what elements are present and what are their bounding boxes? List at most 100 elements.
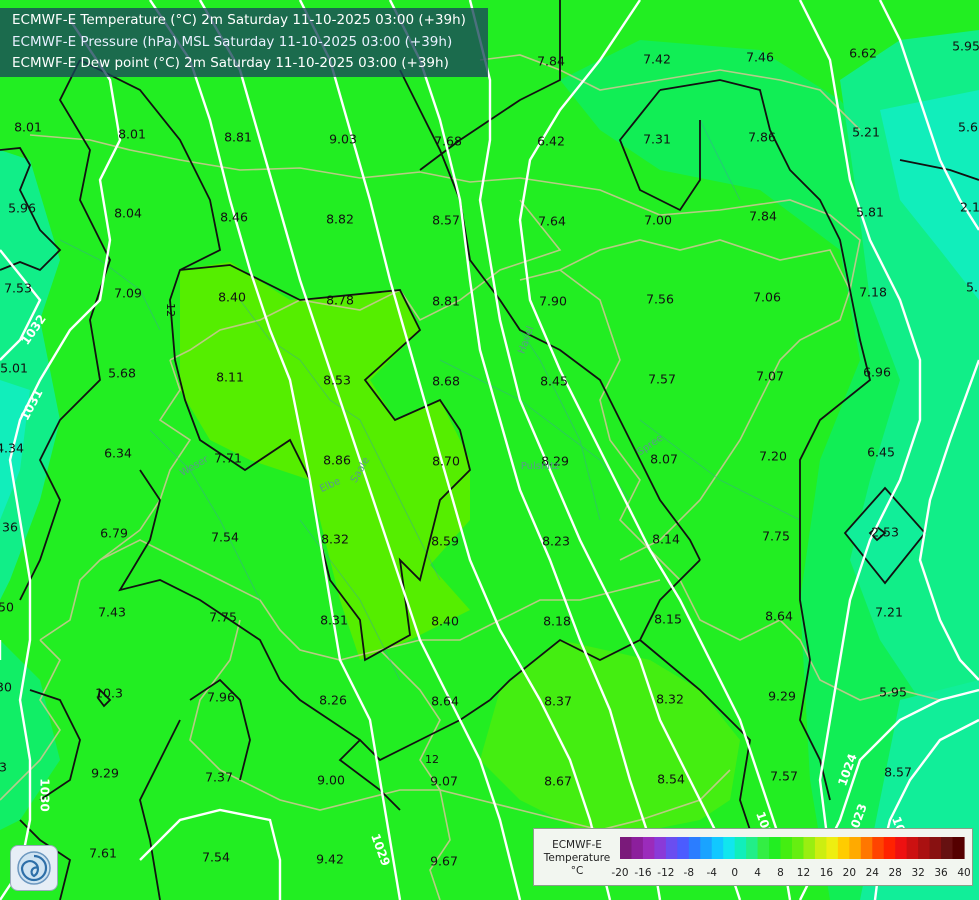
dewpoint-value: 7.84 <box>749 209 777 224</box>
dewpoint-value: 9.67 <box>430 854 458 869</box>
dewpoint-value: 8.37 <box>544 694 572 709</box>
legend-swatch <box>792 837 805 859</box>
dewpoint-value: 8.26 <box>319 693 347 708</box>
dewpoint-value: 8.64 <box>431 694 459 709</box>
legend-colorbar: -20 -16 -12 -8 -4 0 4 8 12 16 20 24 28 32 36 40 <box>611 837 971 879</box>
dewpoint-value: 8.81 <box>432 294 460 309</box>
dewpoint-value: 8.31 <box>320 613 348 628</box>
dewpoint-value: 7.61 <box>89 846 117 861</box>
dewpoint-value: 2.53 <box>871 525 899 540</box>
dewpoint-value: 8.07 <box>650 452 678 467</box>
legend-tick-label: -8 <box>684 867 694 879</box>
dewpoint-value: 7.71 <box>214 451 242 466</box>
legend-tick-label: 28 <box>889 867 902 879</box>
legend-swatch <box>906 837 919 859</box>
dewpoint-value: 7.54 <box>202 850 230 865</box>
dewpoint-value: 4.34 <box>0 441 24 456</box>
dewpoint-value: 9.03 <box>329 132 357 147</box>
dewpoint-value: 8.40 <box>431 614 459 629</box>
legend-swatch <box>872 837 885 859</box>
legend-tick-label: 4 <box>754 867 761 879</box>
dewpoint-value: 7.21 <box>875 605 903 620</box>
dewpoint-value: 5.81 <box>856 205 884 220</box>
dewpoint-value: 7.64 <box>538 214 566 229</box>
legend-swatch <box>631 837 644 859</box>
dewpoint-value: 10.3 <box>95 686 123 701</box>
dewpoint-value: 2.1 <box>960 200 979 215</box>
dewpoint-value: 7.53 <box>4 281 32 296</box>
contour-label: 12 <box>425 753 439 766</box>
legend-swatch <box>929 837 942 859</box>
dewpoint-value: 8.86 <box>323 453 351 468</box>
dewpoint-value: 8.14 <box>652 532 680 547</box>
title-dewpoint: ECMWF-E Dew point (°C) 2m Saturday 11-10… <box>12 55 449 71</box>
dewpoint-value: 9.42 <box>316 852 344 867</box>
legend-tick-label: 16 <box>820 867 834 879</box>
dewpoint-value: 7.56 <box>646 292 674 307</box>
dewpoint-value: 7.42 <box>643 52 671 67</box>
dewpoint-value: 7.20 <box>759 449 787 464</box>
dewpoint-value: 50 <box>0 600 14 615</box>
dewpoint-value: 8.32 <box>321 532 349 547</box>
dewpoint-value: 7.96 <box>207 690 235 705</box>
dewpoint-value: 8.59 <box>431 534 459 549</box>
dewpoint-value: 30 <box>0 680 12 695</box>
legend-tick-label: 0 <box>731 867 738 879</box>
dewpoint-value: 9.29 <box>768 689 796 704</box>
dewpoint-value: 9.07 <box>430 774 458 789</box>
dewpoint-value: 8.68 <box>432 374 460 389</box>
dewpoint-value: 8.04 <box>114 206 142 221</box>
legend-swatch <box>849 837 862 859</box>
dewpoint-value: 5.95 <box>952 39 979 54</box>
dewpoint-value: 7.86 <box>748 130 776 145</box>
dewpoint-value: 8.45 <box>540 374 568 389</box>
legend-tick-label: 20 <box>843 867 856 879</box>
dewpoint-value: 6.42 <box>537 134 565 149</box>
legend-swatch <box>941 837 954 859</box>
weather-map: 8.01 8.01 8.81 9.03 7.68 6.42 7.31 7.86 5.21 7.84… <box>0 0 979 900</box>
dewpoint-value: 7.68 <box>434 134 462 149</box>
dewpoint-value: 7.07 <box>756 369 784 384</box>
legend-tick-label: -16 <box>634 867 651 879</box>
legend-tick-label: 8 <box>777 867 784 879</box>
legend-swatch <box>952 837 965 859</box>
dewpoint-value: 8.23 <box>542 534 570 549</box>
legend-tick-label: 36 <box>934 867 948 879</box>
dewpoint-value: 6.34 <box>104 446 132 461</box>
legend-swatch <box>723 837 736 859</box>
dewpoint-value: 8.40 <box>218 290 246 305</box>
dewpoint-value: 7.57 <box>648 372 676 387</box>
title-temperature: ECMWF-E Temperature (°C) 2m Saturday 11-… <box>12 12 466 28</box>
dewpoint-value: 8.64 <box>765 609 793 624</box>
dewpoint-value: 8.57 <box>432 213 460 228</box>
dewpoint-value: 6.45 <box>867 445 895 460</box>
dewpoint-value: 8.32 <box>656 692 684 707</box>
dewpoint-value: 5.21 <box>852 125 880 140</box>
dewpoint-value: 7.00 <box>644 213 672 228</box>
legend-swatch <box>688 837 701 859</box>
dewpoint-value: 3 <box>0 760 7 775</box>
dewpoint-value: 8.11 <box>216 370 244 385</box>
legend-swatch <box>746 837 759 859</box>
legend-swatch <box>711 837 724 859</box>
legend-swatch <box>883 837 896 859</box>
legend-swatch <box>918 837 931 859</box>
legend-tick-label: 12 <box>797 867 810 879</box>
legend-tick-label: 40 <box>957 867 970 879</box>
legend-swatch <box>860 837 873 859</box>
dewpoint-value: 6.62 <box>849 46 877 61</box>
dewpoint-value: 5. <box>966 280 978 295</box>
dewpoint-value: 7.75 <box>209 610 237 625</box>
dewpoint-value: 7.57 <box>770 769 798 784</box>
temperature-legend: ECMWF-E Temperature °C -20 -16 -12 -8 -4 0 4 8 1… <box>533 828 973 886</box>
isobar-label: 1030 <box>38 778 52 811</box>
dewpoint-value: 7.18 <box>859 285 887 300</box>
legend-swatch <box>814 837 827 859</box>
legend-tick-label: 32 <box>911 867 924 879</box>
dewpoint-value: 8.53 <box>323 373 351 388</box>
dewpoint-value: 8.01 <box>14 120 42 135</box>
legend-tick-label: -4 <box>706 867 717 879</box>
dewpoint-value: 7.37 <box>205 770 233 785</box>
river-label: Pulsnitz <box>521 461 559 472</box>
dewpoint-value: 6.79 <box>100 526 128 541</box>
